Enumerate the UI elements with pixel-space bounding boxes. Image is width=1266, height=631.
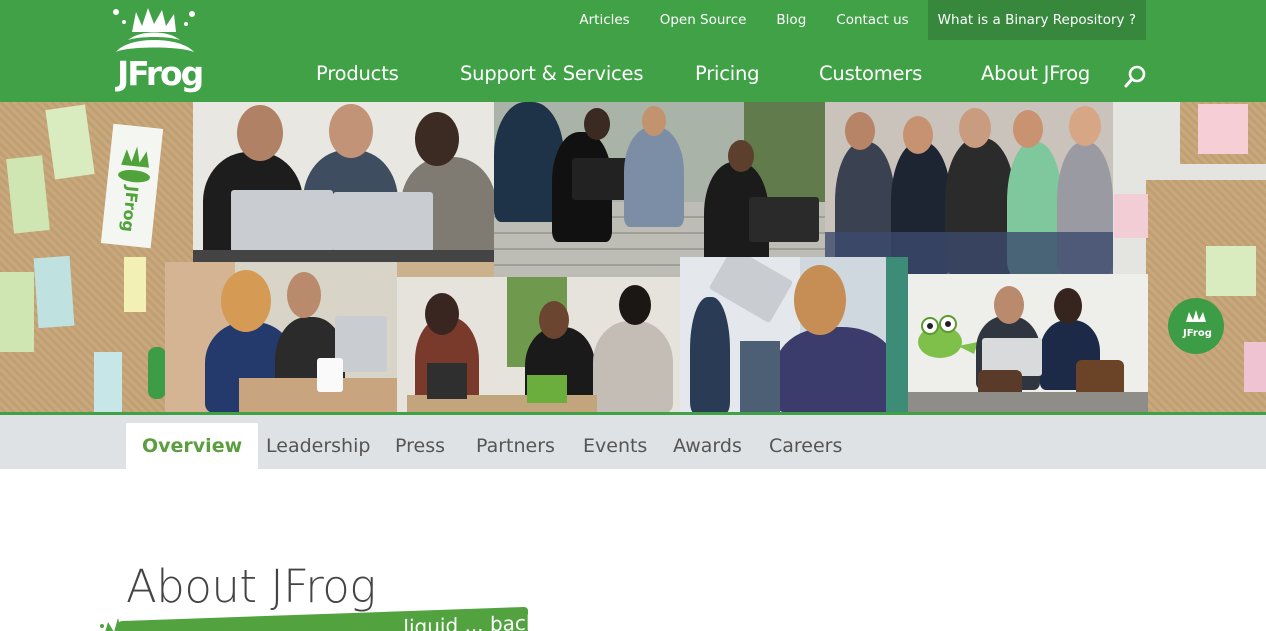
nav-articles[interactable]: Articles [564, 0, 644, 40]
nav-pricing[interactable]: Pricing [695, 62, 760, 85]
banner-text: ... liquid ... back [378, 610, 528, 631]
search-icon [1124, 65, 1146, 88]
team-photo [825, 102, 1113, 274]
team-photo [494, 102, 825, 277]
sticky-note [1206, 246, 1256, 296]
team-photo [680, 257, 908, 413]
jfrog-sticker: JFrog [1168, 298, 1224, 354]
sticky-note [33, 255, 75, 329]
nav-customers[interactable]: Customers [819, 62, 922, 85]
tab-awards[interactable]: Awards [673, 423, 742, 469]
jfrog-sticker [148, 347, 166, 399]
tab-events[interactable]: Events [583, 423, 647, 469]
search-button[interactable] [1122, 64, 1148, 90]
about-subnav: Overview Leadership Press Partners Event… [0, 415, 1266, 469]
nav-open-source[interactable]: Open Source [645, 0, 762, 40]
splash-crown-icon [113, 8, 195, 52]
sticky-note [1198, 104, 1248, 154]
hero-collage: JFrog JFrog [0, 102, 1266, 413]
svg-text:JFrog: JFrog [1182, 328, 1212, 339]
nav-products[interactable]: Products [316, 62, 399, 85]
tab-press[interactable]: Press [395, 423, 445, 469]
sticky-note [124, 257, 146, 312]
nav-binary-repository[interactable]: What is a Binary Repository ? [927, 0, 1146, 40]
nav-contact-us[interactable]: Contact us [821, 0, 923, 40]
jfrog-sticker-art: JFrog [1182, 310, 1212, 339]
sticky-note [1114, 194, 1148, 238]
site-header: JFrog Articles Open Source Blog Contact … [0, 0, 1266, 102]
team-photo [908, 274, 1148, 413]
sticky-note [1244, 342, 1266, 392]
tab-careers[interactable]: Careers [769, 423, 842, 469]
tab-overview[interactable]: Overview [126, 423, 259, 469]
tab-partners[interactable]: Partners [476, 423, 555, 469]
svg-text:JFrog: JFrog [118, 184, 142, 233]
sticky-note [0, 272, 34, 352]
nav-blog[interactable]: Blog [761, 0, 821, 40]
utility-nav: Articles Open Source Blog Contact us Wha… [564, 0, 1146, 40]
tab-leadership[interactable]: Leadership [266, 423, 370, 469]
team-photo [397, 277, 680, 413]
main-nav: Products Support & Services Pricing Cust… [0, 52, 1266, 100]
nav-about-jfrog[interactable]: About JFrog [981, 62, 1090, 85]
sticky-note [6, 155, 50, 234]
page-title: About JFrog [126, 560, 376, 613]
team-photo [193, 102, 494, 262]
nav-support-services[interactable]: Support & Services [460, 62, 644, 85]
team-photo [165, 262, 397, 413]
sticky-note [94, 352, 122, 412]
